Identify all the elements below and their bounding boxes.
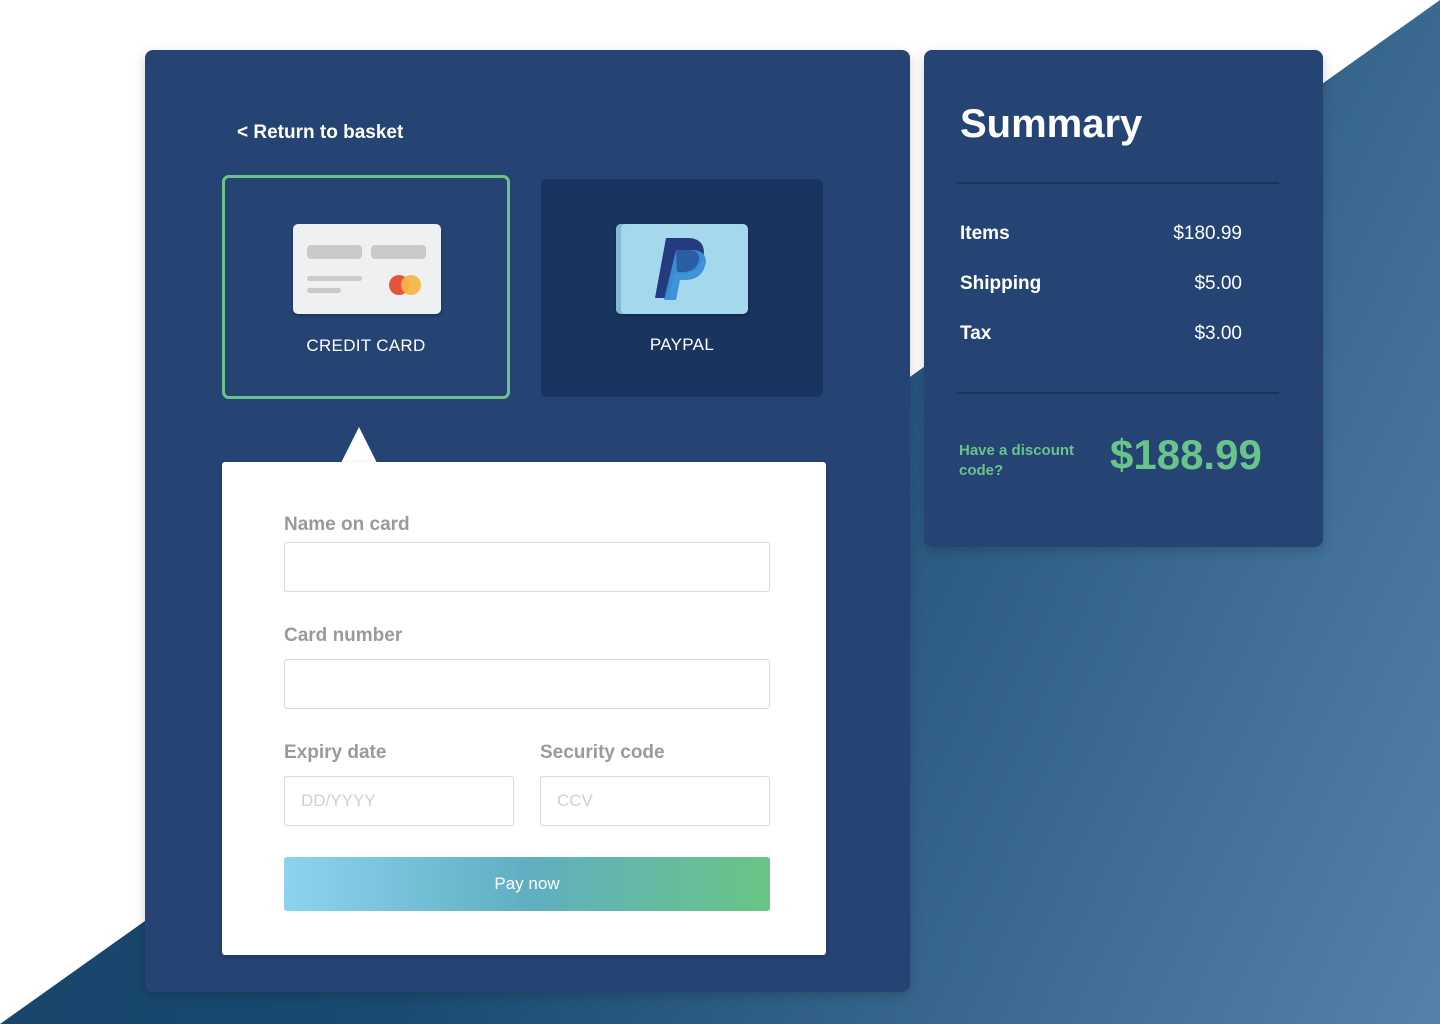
summary-divider-top (957, 182, 1279, 184)
name-on-card-label: Name on card (284, 514, 410, 535)
summary-title: Summary (960, 102, 1143, 146)
pay-now-button[interactable]: Pay now (284, 857, 770, 911)
expiry-date-label: Expiry date (284, 742, 387, 763)
summary-tax-value: $3.00 (1194, 323, 1242, 344)
summary-panel: Summary Items $180.99 Shipping $5.00 Tax… (924, 50, 1323, 547)
summary-divider-bottom (957, 392, 1279, 394)
summary-items-label: Items (960, 223, 1010, 244)
security-code-input[interactable] (540, 776, 770, 826)
form-pointer (341, 427, 377, 463)
card-number-label: Card number (284, 625, 403, 646)
expiry-date-input[interactable] (284, 776, 514, 826)
security-code-label: Security code (540, 742, 665, 763)
card-details-form: Name on card Card number Expiry date Sec… (222, 462, 826, 955)
credit-card-icon (293, 224, 441, 314)
card-number-input[interactable] (284, 659, 770, 709)
summary-tax-label: Tax (960, 323, 992, 344)
return-to-basket-link[interactable]: < Return to basket (237, 122, 403, 144)
credit-card-label: CREDIT CARD (306, 336, 426, 355)
summary-items-value: $180.99 (1173, 223, 1242, 244)
paypal-icon (616, 224, 748, 314)
checkout-panel: < Return to basket CREDIT CARD PAYPAL Na… (145, 50, 910, 992)
payment-method-credit-card[interactable]: CREDIT CARD (222, 175, 510, 399)
summary-total: $188.99 (1110, 431, 1262, 478)
paypal-label: PAYPAL (649, 335, 715, 354)
discount-code-link[interactable]: Have a discount code? (959, 441, 1089, 481)
payment-method-paypal[interactable]: PAYPAL (541, 179, 823, 397)
summary-shipping-label: Shipping (960, 273, 1042, 294)
name-on-card-input[interactable] (284, 542, 770, 592)
summary-shipping-value: $5.00 (1194, 273, 1242, 294)
